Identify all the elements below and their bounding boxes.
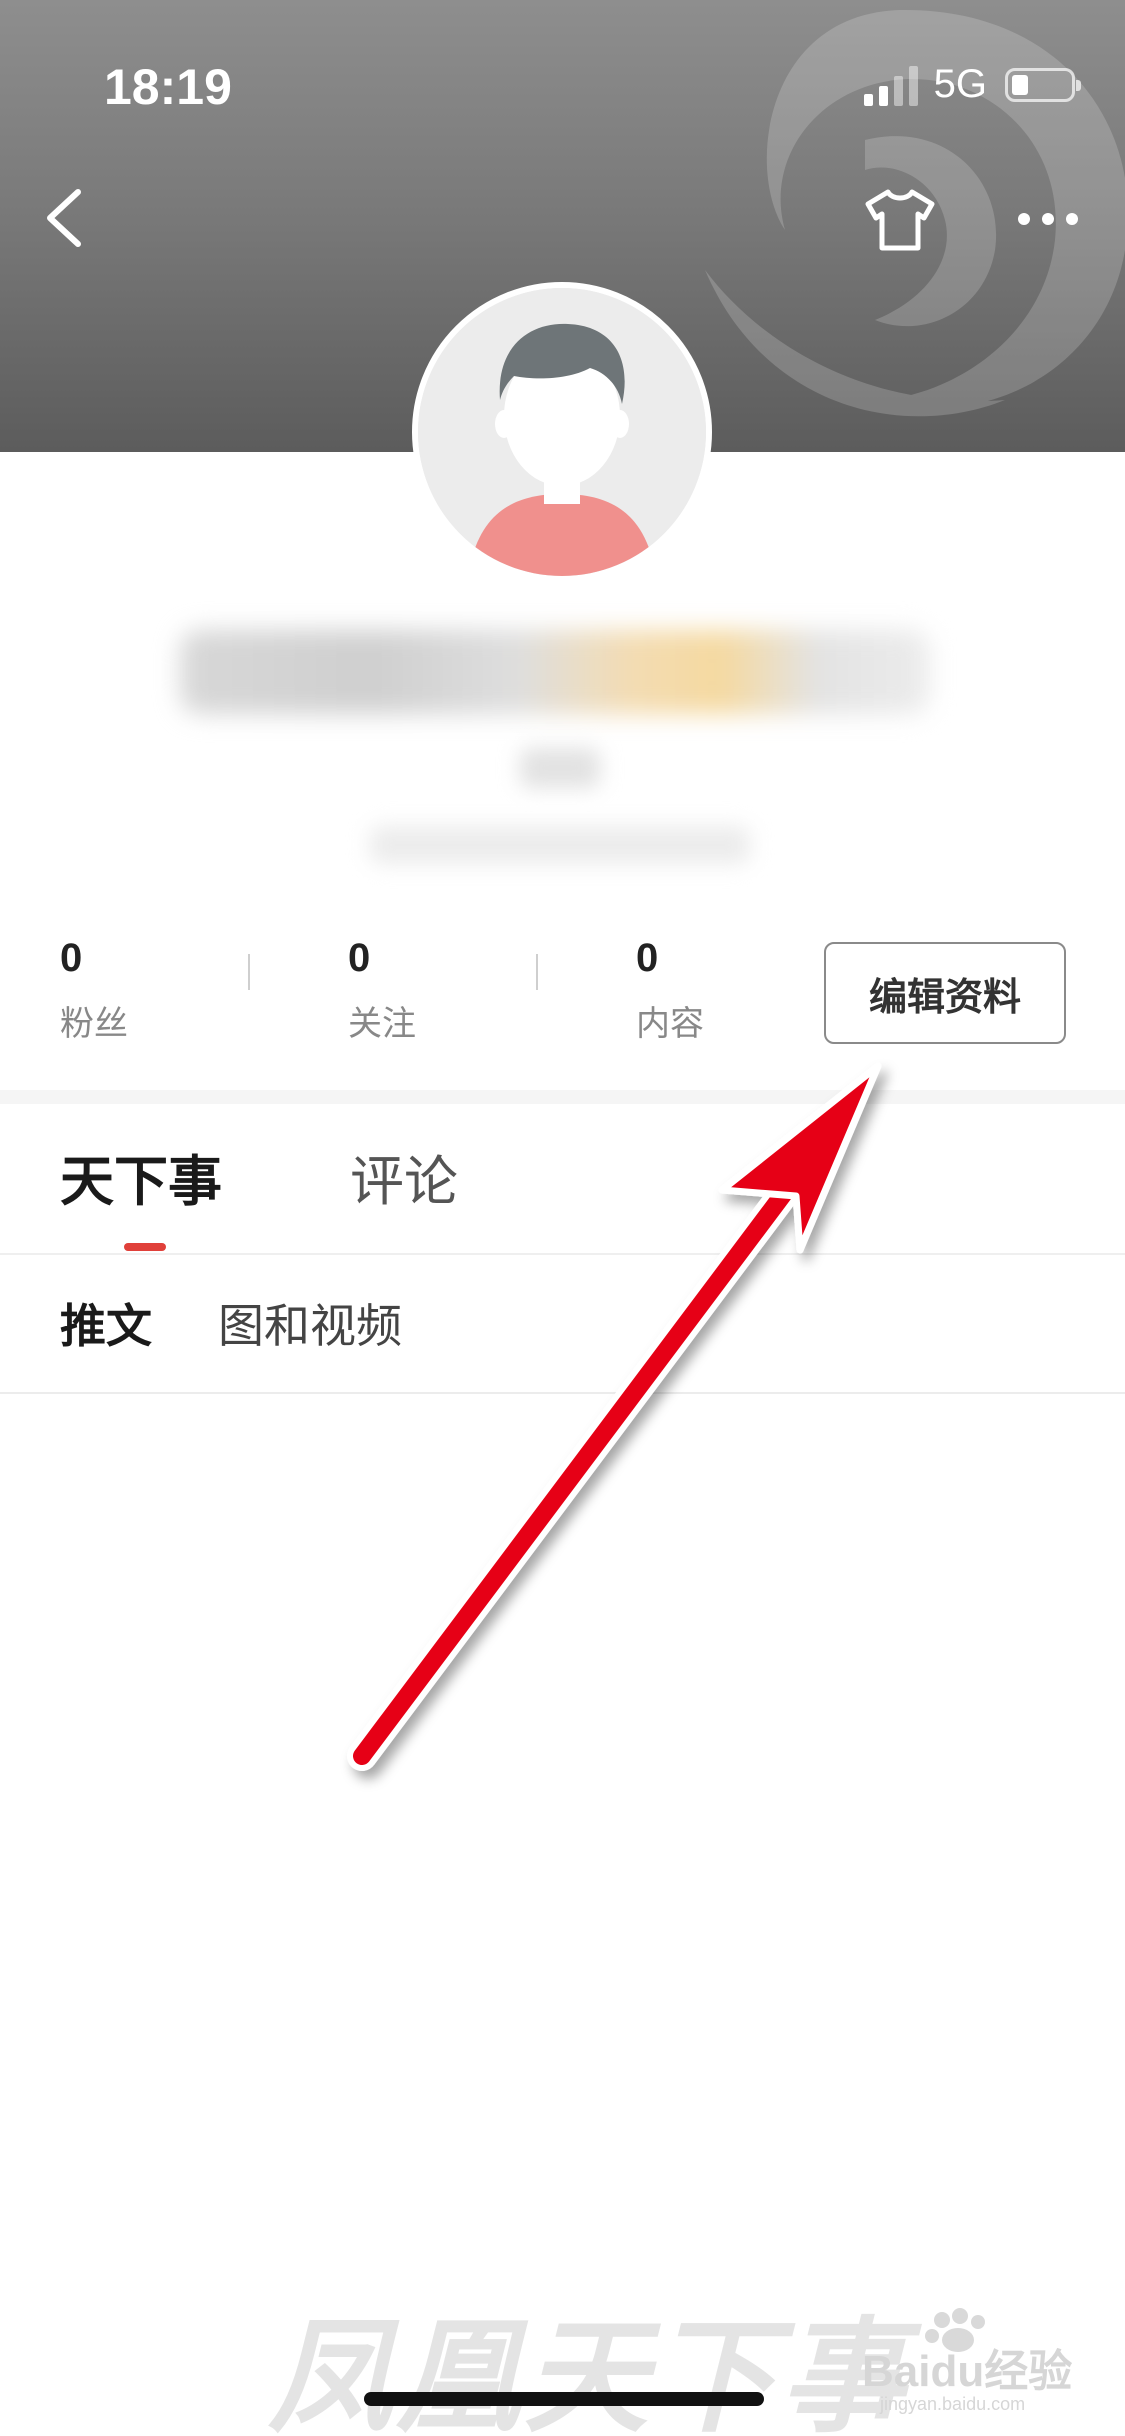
divider	[0, 1253, 1125, 1255]
stat-following[interactable]: 0 关注	[348, 930, 416, 1046]
user-level-redacted	[520, 748, 600, 788]
home-indicator[interactable]	[364, 2392, 764, 2406]
stat-label: 关注	[348, 1004, 416, 1044]
avatar[interactable]	[412, 282, 712, 582]
status-time: 18:19	[104, 59, 232, 115]
t-shirt-icon	[865, 189, 935, 251]
svg-text:Baidu经验: Baidu经验	[862, 2347, 1072, 2396]
svg-text:jingyan.baidu.com: jingyan.baidu.com	[879, 2394, 1025, 2414]
status-indicators: 5G	[863, 62, 1081, 107]
stat-divider	[248, 954, 250, 990]
theme-button[interactable]	[862, 186, 938, 254]
user-bio-redacted	[370, 826, 750, 864]
baidu-jingyan-watermark: Baidu经验 jingyan.baidu.com	[860, 2306, 1080, 2416]
divider	[0, 1392, 1125, 1394]
more-dots-icon	[1018, 213, 1078, 225]
tab-comments[interactable]: 评论	[350, 1146, 458, 1218]
subtab-media[interactable]: 图和视频	[218, 1296, 402, 1356]
username-redacted	[180, 630, 930, 714]
network-type: 5G	[933, 62, 987, 106]
stat-followers[interactable]: 0 粉丝	[60, 930, 128, 1046]
stat-content[interactable]: 0 内容	[636, 930, 704, 1046]
stat-value: 0	[348, 936, 371, 980]
section-separator	[0, 1090, 1125, 1104]
edit-profile-button[interactable]: 编辑资料	[824, 942, 1066, 1044]
stat-label: 粉丝	[60, 1004, 128, 1044]
tab-news[interactable]: 天下事	[60, 1146, 222, 1218]
baidu-paw-icon: Baidu经验 jingyan.baidu.com	[862, 2308, 1072, 2414]
signal-icon	[863, 64, 918, 106]
back-button[interactable]	[36, 186, 96, 250]
more-options-button[interactable]	[1016, 204, 1080, 234]
app-watermark: 凤凰天下事	[268, 2306, 909, 2436]
default-avatar-icon	[418, 288, 706, 576]
stat-label: 内容	[636, 1004, 704, 1044]
stat-value: 0	[60, 936, 83, 980]
battery-icon	[1005, 67, 1081, 102]
stat-value: 0	[636, 936, 659, 980]
profile-page: 18:19 5G 0 粉丝 0 关注 0 内容 编辑资料 天下事 评论 推文 图…	[0, 0, 1125, 2436]
chevron-left-icon	[47, 189, 81, 247]
active-tab-indicator	[124, 1243, 166, 1251]
stat-divider	[536, 954, 538, 990]
subtab-posts[interactable]: 推文	[60, 1296, 152, 1356]
